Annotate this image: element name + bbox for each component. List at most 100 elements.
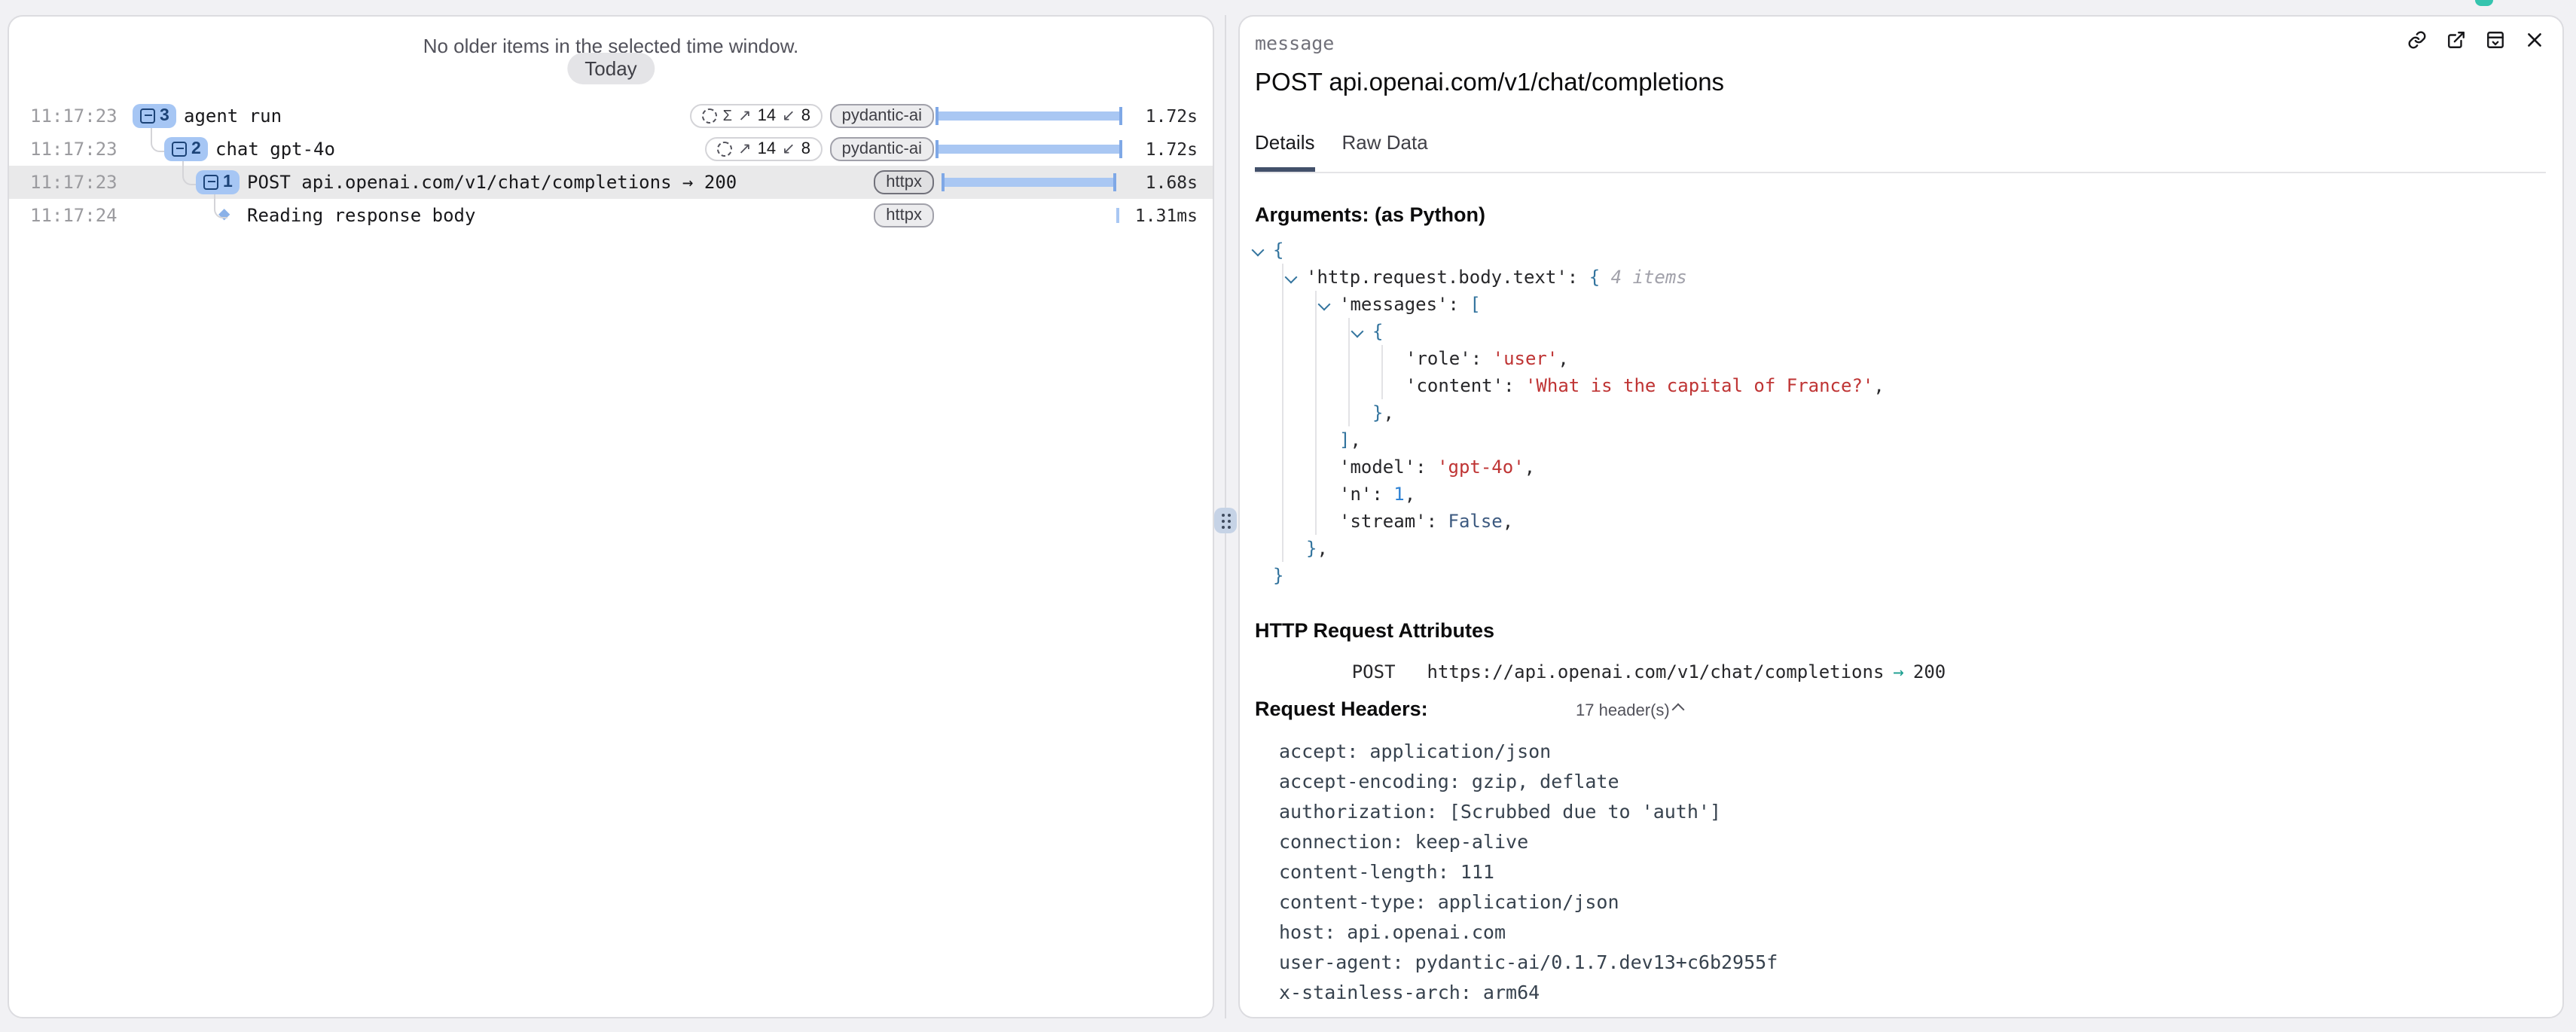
token-stats-pill: Σ ↗ 14 ↙ 8	[690, 104, 823, 128]
duration-value: 1.68s	[1146, 166, 1198, 199]
child-count: 2	[191, 140, 201, 158]
scope-tag: httpx	[874, 170, 934, 194]
request-summary-line: POST https://api.openai.com/v1/chat/compl…	[1286, 640, 1946, 704]
span-kind-label: message	[1255, 32, 1334, 54]
span-label: POST api.openai.com/v1/chat/completions …	[247, 166, 737, 199]
arrow-down-icon: ↙	[782, 107, 795, 125]
tokens-out: 14	[758, 107, 777, 125]
tab-divider	[1255, 172, 2546, 173]
header-line: authorization: [Scrubbed due to 'auth']	[1279, 797, 1778, 827]
notification-sliver	[2475, 0, 2493, 6]
headers-count-toggle[interactable]: 17 header(s)	[1576, 702, 1683, 720]
request-status: 200	[1913, 661, 1946, 682]
span-timestamp: 11:17:23	[30, 166, 118, 199]
chevron-down-icon[interactable]	[1252, 244, 1265, 257]
request-method: POST	[1352, 661, 1396, 682]
span-timestamp: 11:17:24	[30, 199, 118, 232]
header-line: host: api.openai.com	[1279, 918, 1778, 948]
header-line: user-agent: pydantic-ai/0.1.7.dev13+c6b2…	[1279, 948, 1778, 978]
tab-raw-data[interactable]: Raw Data	[1342, 131, 1428, 172]
request-headers-list: accept: application/jsonaccept-encoding:…	[1279, 737, 1778, 1008]
span-timestamp: 11:17:23	[30, 133, 118, 166]
scope-tag: pydantic-ai	[830, 104, 934, 128]
span-label: Reading response body	[247, 199, 475, 232]
header-line: content-type: application/json	[1279, 887, 1778, 918]
scope-tag: httpx	[874, 203, 934, 227]
dock-bottom-icon[interactable]	[2486, 30, 2505, 50]
duration-bar	[935, 140, 1122, 158]
tree-connector	[214, 194, 227, 218]
tree-connector	[182, 161, 196, 185]
close-icon[interactable]	[2525, 30, 2544, 50]
json-tree-line: },	[1250, 535, 1885, 562]
json-tree-line: 'n': 1,	[1250, 481, 1885, 508]
duration-bar	[935, 206, 1122, 224]
app-root: No older items in the selected time wind…	[0, 0, 2576, 1032]
chevron-down-icon[interactable]	[1351, 325, 1364, 338]
detail-tabs: Details Raw Data	[1255, 131, 1428, 172]
child-count: 1	[223, 173, 233, 191]
json-tree-line: {	[1250, 237, 1885, 264]
trace-list-panel: No older items in the selected time wind…	[8, 15, 1214, 1018]
header-line: x-stainless-arch: arm64	[1279, 978, 1778, 1008]
json-tree-line: }	[1250, 562, 1885, 589]
token-stats-pill: ↗ 14 ↙ 8	[705, 137, 823, 161]
token-icon	[717, 142, 732, 157]
collapse-icon	[172, 142, 187, 157]
header-line: content-length: 111	[1279, 857, 1778, 887]
chevron-down-icon[interactable]	[1318, 298, 1331, 311]
request-url: https://api.openai.com/v1/chat/completio…	[1427, 661, 1885, 682]
collapse-count-badge[interactable]: 2	[164, 137, 209, 161]
json-tree-line: {	[1250, 318, 1885, 345]
sigma-icon: Σ	[723, 108, 732, 124]
http-attrs-heading: HTTP Request Attributes	[1255, 619, 1494, 642]
json-tree-line: 'role': 'user',	[1250, 345, 1885, 372]
arrow-up-icon: ↗	[738, 140, 752, 158]
panel-resize-handle[interactable]	[1214, 508, 1237, 533]
child-count: 3	[160, 107, 169, 125]
arguments-json-tree: {'http.request.body.text': { 4 items'mes…	[1250, 237, 1885, 589]
span-label: agent run	[184, 99, 282, 133]
json-tree-line: ],	[1250, 426, 1885, 453]
table-row[interactable]: 11:17:24 ◆ Reading response body httpx 1…	[9, 199, 1213, 232]
collapse-count-badge[interactable]: 3	[133, 104, 177, 128]
page-title: POST api.openai.com/v1/chat/completions	[1255, 69, 1724, 98]
request-headers-heading: Request Headers:	[1255, 698, 1428, 720]
tab-details[interactable]: Details	[1255, 131, 1315, 172]
collapse-count-badge[interactable]: 1	[196, 170, 240, 194]
arguments-heading: Arguments: (as Python)	[1255, 203, 1485, 226]
json-tree-line: 'messages': [	[1250, 291, 1885, 318]
arrow-right-icon: →	[1893, 661, 1903, 682]
json-tree-line: 'content': 'What is the capital of Franc…	[1250, 372, 1885, 399]
arrow-up-icon: ↗	[738, 107, 752, 125]
collapse-icon	[140, 108, 155, 124]
tokens-out: 14	[758, 140, 777, 158]
span-detail-panel: message POST api.openai.com/v1/chat/comp…	[1238, 15, 2564, 1018]
link-icon[interactable]	[2407, 30, 2427, 50]
span-timestamp: 11:17:23	[30, 99, 118, 133]
arrow-down-icon: ↙	[782, 140, 795, 158]
tokens-in: 8	[801, 107, 810, 125]
duration-value: 1.72s	[1146, 99, 1198, 133]
external-link-icon[interactable]	[2446, 30, 2466, 50]
chevron-down-icon[interactable]	[1285, 271, 1298, 284]
json-tree-line: 'stream': False,	[1250, 508, 1885, 535]
today-button[interactable]: Today	[566, 53, 655, 84]
duration-bar	[935, 107, 1122, 125]
duration-value: 1.31ms	[1135, 199, 1198, 232]
header-line: accept: application/json	[1279, 737, 1778, 767]
json-tree-line: },	[1250, 399, 1885, 426]
tree-connector	[151, 128, 164, 152]
duration-bar	[935, 173, 1122, 191]
header-line: accept-encoding: gzip, deflate	[1279, 767, 1778, 797]
collapse-icon	[203, 175, 218, 190]
duration-value: 1.72s	[1146, 133, 1198, 166]
scope-tag: pydantic-ai	[830, 137, 934, 161]
grip-icon	[1221, 513, 1230, 528]
chevron-up-icon	[1672, 704, 1685, 716]
header-line: connection: keep-alive	[1279, 827, 1778, 857]
token-icon	[702, 108, 717, 124]
tokens-in: 8	[801, 140, 810, 158]
table-row[interactable]: 11:17:23 3 agent run Σ ↗ 14 ↙ 8 pydantic-a…	[9, 99, 1213, 133]
json-tree-line: 'http.request.body.text': { 4 items	[1250, 264, 1885, 291]
